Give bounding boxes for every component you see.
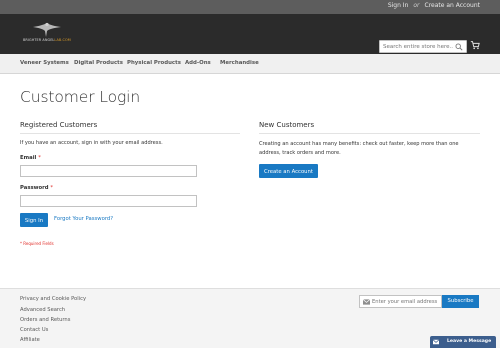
nav-item-merchandise[interactable]: Merchandise (220, 60, 259, 66)
registered-customers-title: Registered Customers (20, 121, 98, 129)
logo[interactable]: BRIGHTER ANGELLAB.COM (23, 22, 71, 46)
sign-in-button[interactable]: Sign In (20, 213, 48, 227)
search-input[interactable] (383, 42, 453, 52)
header-links-separator: or (413, 2, 420, 9)
footer-link-orders-returns[interactable]: Orders and Returns (20, 317, 70, 323)
newsletter-box (359, 295, 442, 308)
logo-text: BRIGHTER ANGELLAB.COM (23, 38, 71, 42)
nav-item-add-ons[interactable]: Add-Ons (185, 60, 211, 66)
forgot-password-link[interactable]: Forgot Your Password? (54, 216, 113, 222)
site-footer: Privacy and Cookie Policy Advanced Searc… (0, 288, 500, 348)
page-title: Customer Login (20, 88, 141, 106)
search-icon[interactable] (455, 43, 463, 51)
password-field[interactable] (20, 195, 197, 207)
required-fields-note: * Required Fields (20, 241, 54, 246)
new-customers-description: Creating an account has many benefits: c… (259, 141, 459, 156)
search-box (379, 40, 467, 53)
top-bar: Sign In or Create an Account (0, 0, 500, 14)
main-nav: Veneer Systems Digital Products Physical… (0, 54, 500, 74)
cart-icon[interactable] (470, 40, 480, 50)
email-field[interactable] (20, 165, 197, 177)
create-account-button[interactable]: Create an Account (259, 164, 318, 178)
nav-item-digital-products[interactable]: Digital Products (74, 60, 123, 66)
footer-link-affiliate[interactable]: Affiliate (20, 337, 40, 343)
leave-message-label: Leave a Message (447, 339, 492, 344)
mail-icon (363, 299, 370, 305)
newsletter-email-input[interactable] (372, 297, 441, 307)
registered-intro: If you have an account, sign in with you… (20, 140, 163, 146)
new-customers-divider (259, 133, 480, 134)
footer-link-contact-us[interactable]: Contact Us (20, 327, 48, 333)
password-label: Password * (20, 185, 54, 191)
nav-item-physical-products[interactable]: Physical Products (127, 60, 181, 66)
footer-link-advanced-search[interactable]: Advanced Search (20, 307, 65, 313)
logo-mark-icon (33, 22, 61, 37)
header-links: Sign In or Create an Account (388, 2, 480, 9)
new-customers-title: New Customers (259, 121, 315, 129)
email-label: Email * (20, 155, 41, 161)
create-account-link[interactable]: Create an Account (425, 2, 480, 9)
site-header: BRIGHTER ANGELLAB.COM (0, 14, 500, 54)
sign-in-link[interactable]: Sign In (388, 2, 409, 9)
subscribe-button[interactable]: Subscribe (442, 295, 479, 308)
nav-item-veneer-systems[interactable]: Veneer Systems (20, 60, 69, 66)
footer-link-privacy[interactable]: Privacy and Cookie Policy (20, 296, 86, 302)
mail-icon (433, 339, 439, 345)
registered-divider (20, 133, 240, 134)
leave-message-widget[interactable]: Leave a Message (430, 336, 496, 348)
